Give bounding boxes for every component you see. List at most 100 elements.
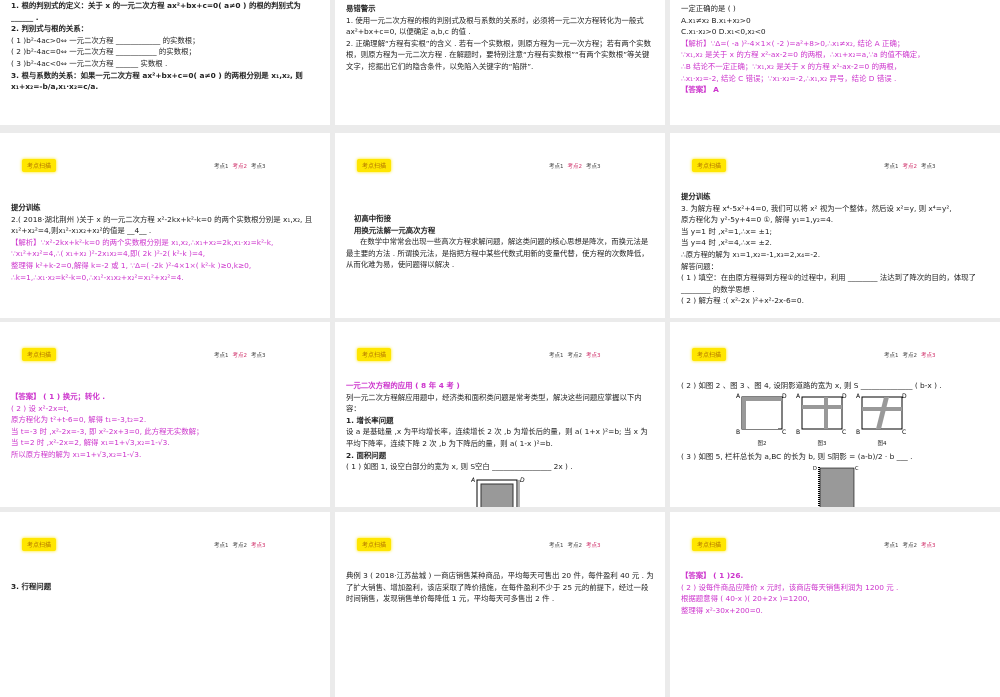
svg-text:C: C: [842, 429, 846, 436]
slide-thumbnail[interactable]: 一定正确的是 ( ) A.x₁≠x₂ B.x₁+x₂>0 C.x₁·x₂>0 D.x…: [670, 0, 1000, 125]
content-line: 2. 判别式与根的关系：: [11, 24, 89, 34]
topic-nav-item[interactable]: 考点1: [549, 164, 564, 170]
topic-badge[interactable]: 考点扫描: [357, 348, 392, 361]
solution-text: 所以原方程的解为 x₁=1+√3,x₂=1-√3.: [11, 449, 142, 459]
content-line: C.x₁·x₂>0 D.x₁<0,x₂<0: [681, 27, 766, 37]
solution-text: ∵x₁,x₂ 是关于 x 的方程 x²-ax-2=0 的两根，∴x₁+x₂=a,…: [681, 50, 925, 60]
svg-text:C: C: [782, 429, 786, 436]
solution-text: ∵x₁²+x₂²=4,∴( x₁+x₂ )²-2x₁x₂=4,即( 2k )²-…: [11, 249, 206, 259]
topic-nav: 考点1 考点2 考点3: [214, 162, 270, 170]
topic-nav-item[interactable]: 考点2: [568, 543, 583, 549]
svg-text:D: D: [782, 393, 787, 400]
topic-nav-item[interactable]: 考点1: [214, 543, 229, 549]
topic-badge[interactable]: 考点扫描: [22, 348, 57, 361]
topic-badge[interactable]: 考点扫描: [22, 538, 57, 551]
slide-content: 提分训练 2.( 2018·湖北荆州 )关于 x 的一元二次方程 x²-2kx+k…: [11, 191, 320, 283]
topic-nav-item[interactable]: 考点2: [903, 543, 918, 549]
svg-text:B: B: [736, 429, 740, 436]
solution-text: 当 t=2 时 ,x²-2x=2, 解得 x₁=1+√3,x₂=1-√3.: [11, 438, 170, 448]
figure-5: DCAB图5: [811, 464, 861, 507]
topic-badge[interactable]: 考点扫描: [357, 538, 392, 551]
figure-caption: 图3: [817, 441, 827, 448]
topic-nav-item[interactable]: 考点2: [233, 164, 248, 170]
topic-badge[interactable]: 考点扫描: [357, 159, 392, 172]
topic-nav-item[interactable]: 考点3: [586, 353, 601, 359]
slide-content: 一定正确的是 ( ) A.x₁≠x₂ B.x₁+x₂>0 C.x₁·x₂>0 D.x…: [681, 3, 990, 96]
svg-text:A: A: [471, 477, 475, 484]
topic-nav: 考点1 考点2 考点3: [549, 162, 605, 170]
slide-content: 【答案】 ( 1 ) 换元；转化 . ( 2 ) 设 x²-2x=t, 原方程化为 …: [11, 380, 320, 461]
slide-thumbnail[interactable]: 1. 根的判别式的定义：关于 x 的一元二次方程 ax²+bx+c=0( a≠0…: [0, 0, 330, 125]
slide-thumbnail[interactable]: 考点扫描 考点1 考点2 考点3 初高中衔接 用换元法解一元高次方程 在数学中常常会出现一些…: [335, 133, 665, 318]
topic-nav-item[interactable]: 考点3: [921, 164, 936, 170]
slide-thumbnail[interactable]: 考点扫描 考点1 考点2 考点3 3. 行程问题: [0, 512, 330, 697]
topic-nav-item[interactable]: 考点3: [921, 353, 936, 359]
content-line: 2. 面积问题: [346, 450, 387, 460]
content-line: 初高中衔接: [354, 214, 391, 223]
slide-thumbnail[interactable]: 考点扫描 考点1 考点2 考点3 提分训练 2.( 2018·湖北荆州 )关于 x 的一元…: [0, 133, 330, 318]
svg-text:C: C: [902, 429, 906, 436]
topic-nav-item[interactable]: 考点1: [214, 353, 229, 359]
content-line: 设 a 是基础量 ,x 为平均增长率，连续增长 2 次 ,b 为增长后的量，则 …: [346, 427, 648, 448]
topic-nav-item[interactable]: 考点2: [233, 353, 248, 359]
content-line: ∴原方程的解为 x₁=1,x₂=-1,x₃=2,x₄=-2.: [681, 249, 821, 259]
topic-nav-item[interactable]: 考点2: [903, 353, 918, 359]
topic-nav-item[interactable]: 考点3: [251, 353, 266, 359]
topic-nav-item[interactable]: 考点3: [586, 164, 601, 170]
topic-nav-item[interactable]: 考点3: [586, 543, 601, 549]
slide-thumbnail[interactable]: 考点扫描 考点1 考点2 考点3 【答案】 ( 1 ) 换元；转化 . ( 2 ) 设 x…: [0, 322, 330, 507]
svg-text:A: A: [736, 393, 741, 400]
slide-thumbnail[interactable]: 考点扫描 考点1 考点2 考点3 典例 3 ( 2018·江苏盐城 ) 一商店销售某种商…: [335, 512, 665, 697]
svg-text:A: A: [856, 393, 861, 400]
topic-nav: 考点1 考点2 考点3: [214, 541, 270, 549]
figure-caption: 图4: [877, 441, 887, 448]
solution-text: ∴B 结论不一定正确；∵x₁,x₂ 是关于 x 的方程 x²-ax-2=0 的两…: [681, 61, 902, 71]
topic-nav-item[interactable]: 考点2: [568, 353, 583, 359]
topic-nav: 考点1 考点2 考点3: [884, 351, 940, 359]
solution-text: 【解析】∵x²-2kx+k²-k=0 的两个实数根分别是 x₁,x₂,∴x₁+x…: [11, 237, 274, 247]
topic-badge[interactable]: 考点扫描: [22, 159, 57, 172]
slide-thumbnail[interactable]: 考点扫描 考点1 考点2 考点3 【答案】 ( 1 )26. ( 2 ) 设每件商品应降价…: [670, 512, 1000, 697]
topic-nav-item[interactable]: 考点3: [921, 543, 936, 549]
content-line: ( 2 ) 如图 2 、图 3 、图 4, 设阴影道路的宽为 x, 则 S __…: [681, 381, 942, 390]
topic-nav-item[interactable]: 考点1: [214, 164, 229, 170]
topic-nav: 考点1 考点2 考点3: [884, 162, 940, 170]
topic-nav-item[interactable]: 考点3: [251, 543, 266, 549]
topic-nav-item[interactable]: 考点1: [884, 353, 899, 359]
content-line: 当 y=4 时 ,x²=4,∴x= ±2.: [681, 238, 772, 248]
slide-thumbnail[interactable]: 易错警示 1. 使用一元二次方程的根的判别式及根与系数的关系时，必须将一元二次方程…: [335, 0, 665, 125]
slide-thumbnail[interactable]: 考点扫描 考点1 考点2 考点3 提分训练 3. 为解方程 x⁴-5x²+4=0, 我们可…: [670, 133, 1000, 318]
solution-text: 【答案】 A: [681, 85, 719, 95]
topic-nav-item[interactable]: 考点2: [568, 164, 583, 170]
content-line: 原方程化为 y²-5y+4=0 ①, 解得 y₁=1,y₂=4.: [681, 215, 834, 225]
solution-text: 当 t=-3 时 ,x²-2x=-3, 即 x²-2x+3=0, 此方程无实数解…: [11, 426, 204, 436]
topic-nav-item[interactable]: 考点2: [903, 164, 918, 170]
content-line: ( 2 )b²-4ac=0⇔ 一元二次方程 ___________ 的实数根；: [11, 47, 196, 57]
topic-nav-item[interactable]: 考点1: [549, 543, 564, 549]
content-line: ( 1 ) 填空：在由原方程得到方程①的过程中，利用 ________ 法达到了…: [681, 273, 976, 294]
topic-nav-item[interactable]: 考点3: [251, 164, 266, 170]
topic-badge[interactable]: 考点扫描: [692, 538, 727, 551]
slide-thumbnail[interactable]: 考点扫描 考点1 考点2 考点3 ( 2 ) 如图 2 、图 3 、图 4, 设阴影道路…: [670, 322, 1000, 507]
topic-badge[interactable]: 考点扫描: [692, 159, 727, 172]
content-line: 1. 增长率问题: [346, 415, 394, 425]
figure-1: ADBC图1: [470, 475, 531, 507]
solution-text: 根据题意得 ( 40-x )( 20+2x )=1200,: [681, 594, 810, 604]
topic-nav: 考点1 考点2 考点3: [214, 351, 270, 359]
topic-nav: 考点1 考点2 考点3: [549, 541, 605, 549]
topic-nav-item[interactable]: 考点2: [233, 543, 248, 549]
topic-badge[interactable]: 考点扫描: [692, 348, 727, 361]
content-line: 在数学中常常会出现一些高次方程求解问题，解这类问题的核心思想是降次，而换元法是最…: [346, 237, 649, 270]
topic-nav-item[interactable]: 考点1: [549, 353, 564, 359]
slide-thumbnail[interactable]: 考点扫描 考点1 考点2 考点3 一元二次方程的应用 ( 8 年 4 考 ) 列一元二次方…: [335, 322, 665, 507]
figure-3: A D B C 图3: [796, 392, 848, 451]
topic-nav-item[interactable]: 考点1: [884, 543, 899, 549]
content-line: ( 1 ) 如图 1, 设空白部分的宽为 x, 则 S空白 __________…: [346, 462, 573, 472]
topic-nav-item[interactable]: 考点1: [884, 164, 899, 170]
content-line: 提分训练: [11, 203, 41, 212]
content-line: 列一元二次方程解应用题中，经济类和面积类问题是常考类型，解决这些问题应掌握以下内…: [346, 392, 642, 414]
svg-text:B: B: [856, 429, 860, 436]
content-line: 当 y=1 时 ,x²=1,∴x= ±1;: [681, 226, 773, 236]
